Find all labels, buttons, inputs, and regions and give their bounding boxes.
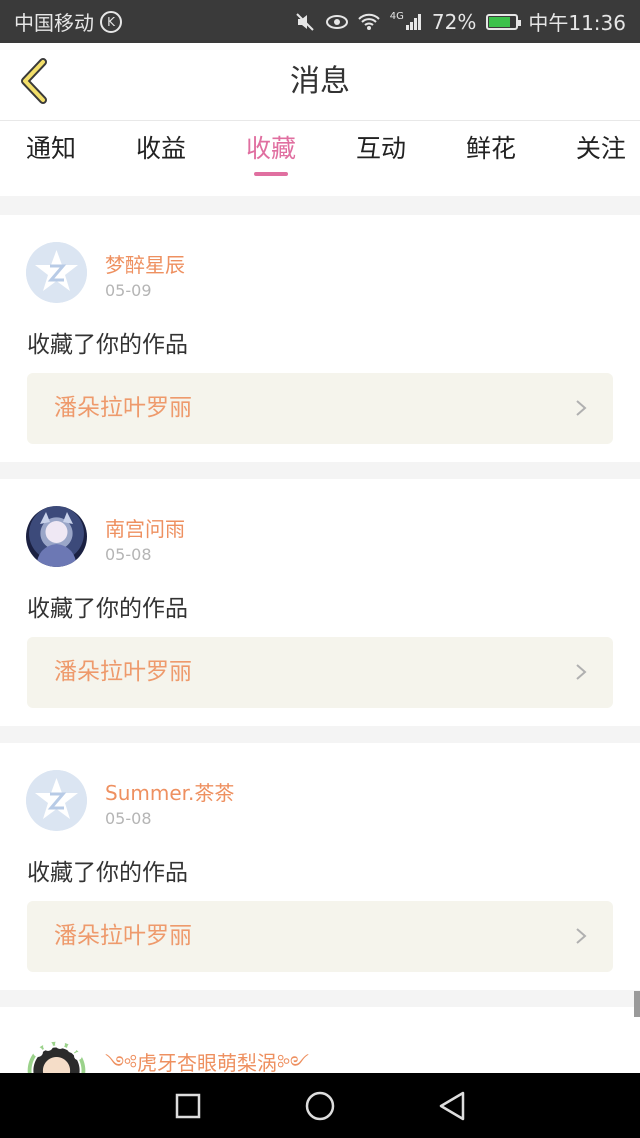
tab-earnings[interactable]: 收益	[136, 121, 186, 196]
list-item: Summer.茶茶 05-08 收藏了你的作品 潘朵拉叶罗丽	[0, 743, 640, 990]
status-left: 中国移动 K	[14, 7, 122, 36]
circle-icon	[305, 1091, 335, 1120]
action-text: 收藏了你的作品	[27, 860, 188, 886]
list-item: 南宫问雨 05-08 收藏了你的作品 潘朵拉叶罗丽	[0, 479, 640, 726]
chevron-right-icon	[576, 400, 587, 416]
work-link[interactable]: 潘朵拉叶罗丽	[27, 637, 613, 708]
work-title: 潘朵拉叶罗丽	[54, 923, 192, 949]
message-tabs: 通知 收益 收藏 互动 鲜花 关注	[0, 121, 640, 196]
signal-icon: 4G	[390, 11, 422, 33]
page-title: 消息	[290, 64, 350, 99]
home-button[interactable]	[300, 1086, 340, 1126]
eye-icon	[325, 11, 348, 33]
status-bar: 中国移动 K 4G 72% 中午11:36	[0, 0, 640, 43]
tab-notice[interactable]: 通知	[26, 121, 76, 196]
avatar[interactable]	[26, 506, 87, 567]
carrier-badge: K	[100, 10, 122, 33]
recent-apps-button[interactable]	[168, 1086, 208, 1126]
avatar[interactable]	[26, 242, 87, 303]
message-date: 05-08	[105, 545, 152, 564]
wifi-icon	[358, 11, 380, 33]
action-text: 收藏了你的作品	[27, 332, 188, 358]
clock: 中午11:36	[528, 11, 626, 35]
chevron-right-icon	[576, 664, 587, 680]
network-type: 4G	[389, 10, 404, 22]
username[interactable]: 梦醉星辰	[105, 249, 185, 278]
work-link[interactable]: 潘朵拉叶罗丽	[27, 373, 613, 444]
tab-flowers[interactable]: 鲜花	[466, 121, 516, 196]
default-star-avatar-icon	[26, 770, 87, 831]
triangle-back-icon	[439, 1091, 465, 1120]
username[interactable]: 南宫问雨	[105, 513, 185, 542]
tab-favorites[interactable]: 收藏	[246, 121, 296, 196]
message-list: 梦醉星辰 05-09 收藏了你的作品 潘朵拉叶罗丽 南宫问雨 05-08 收藏了…	[0, 215, 640, 1095]
avatar[interactable]	[26, 770, 87, 831]
tab-follows[interactable]: 关注	[576, 121, 626, 196]
square-icon	[175, 1093, 201, 1118]
top-nav-bar: 消息	[0, 43, 640, 121]
carrier-name: 中国移动	[14, 11, 94, 35]
action-text: 收藏了你的作品	[27, 596, 188, 622]
message-date: 05-09	[105, 281, 152, 300]
chevron-right-icon	[576, 928, 587, 944]
work-link[interactable]: 潘朵拉叶罗丽	[27, 901, 613, 972]
username[interactable]: Summer.茶茶	[105, 777, 234, 806]
work-title: 潘朵拉叶罗丽	[54, 395, 192, 421]
list-item: 梦醉星辰 05-09 收藏了你的作品 潘朵拉叶罗丽	[0, 215, 640, 462]
status-right: 4G 72% 中午11:36	[294, 7, 626, 36]
message-date: 05-08	[105, 809, 152, 828]
battery-level	[489, 16, 510, 27]
photo-avatar-icon	[36, 512, 77, 567]
mute-icon	[294, 11, 316, 33]
scrollbar-thumb[interactable]	[634, 991, 640, 1017]
system-nav-bar	[0, 1073, 640, 1138]
battery-percent: 72%	[431, 9, 477, 34]
work-title: 潘朵拉叶罗丽	[54, 659, 192, 685]
battery-icon	[486, 13, 522, 30]
tab-interactions[interactable]: 互动	[356, 121, 406, 196]
default-star-avatar-icon	[26, 242, 87, 303]
back-nav-button[interactable]	[432, 1086, 472, 1126]
